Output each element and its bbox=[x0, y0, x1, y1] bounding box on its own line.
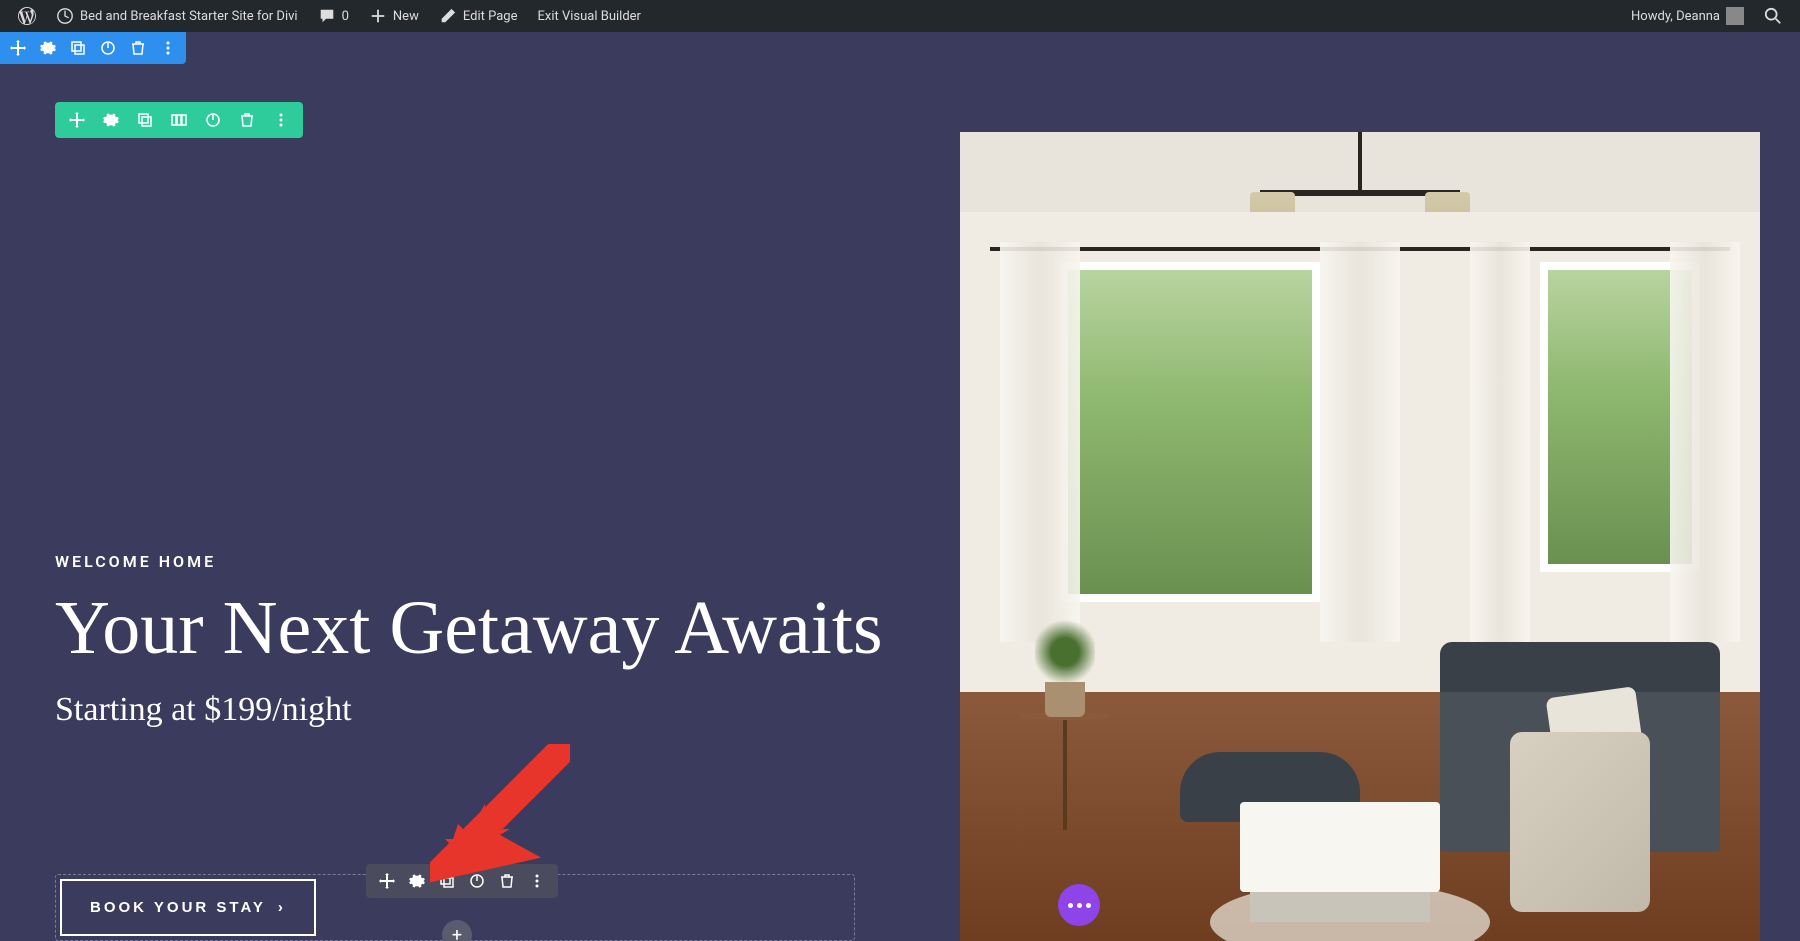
row-duplicate-button[interactable] bbox=[135, 110, 155, 130]
row-power-button[interactable] bbox=[203, 110, 223, 130]
pencil-icon bbox=[439, 7, 457, 25]
annotation-arrow bbox=[430, 744, 570, 888]
module-settings-button[interactable] bbox=[408, 872, 426, 890]
edit-page-label: Edit Page bbox=[463, 9, 518, 24]
hero-text-group: WELCOME HOME Your Next Getaway Awaits St… bbox=[55, 552, 883, 729]
book-stay-button[interactable]: BOOK YOUR STAY › bbox=[60, 879, 316, 936]
exit-visual-builder[interactable]: Exit Visual Builder bbox=[527, 0, 650, 32]
chevron-right-icon: › bbox=[278, 899, 286, 916]
site-name-menu[interactable]: Bed and Breakfast Starter Site for Divi bbox=[46, 0, 308, 32]
comments-count: 0 bbox=[342, 9, 349, 24]
section-power-button[interactable] bbox=[98, 38, 118, 58]
avatar bbox=[1726, 7, 1744, 25]
admin-bar-right: Howdy, Deanna bbox=[1621, 0, 1792, 32]
page-canvas: WELCOME HOME Your Next Getaway Awaits St… bbox=[0, 32, 1800, 941]
wordpress-icon bbox=[18, 7, 36, 25]
cta-label: BOOK YOUR STAY bbox=[90, 899, 266, 916]
new-label: New bbox=[393, 9, 419, 24]
section-delete-button[interactable] bbox=[128, 38, 148, 58]
edit-page-menu[interactable]: Edit Page bbox=[429, 0, 528, 32]
dots-icon bbox=[1068, 903, 1091, 908]
row-settings-button[interactable] bbox=[101, 110, 121, 130]
hero-eyebrow[interactable]: WELCOME HOME bbox=[55, 552, 883, 571]
row-more-button[interactable] bbox=[271, 110, 291, 130]
hero-subtitle[interactable]: Starting at $199/night bbox=[55, 691, 883, 729]
site-title: Bed and Breakfast Starter Site for Divi bbox=[80, 9, 298, 24]
section-settings-button[interactable] bbox=[38, 38, 58, 58]
plus-icon bbox=[369, 7, 387, 25]
comment-icon bbox=[318, 7, 336, 25]
comments-menu[interactable]: 0 bbox=[308, 0, 359, 32]
row-toolbar bbox=[55, 102, 303, 138]
wp-admin-bar: Bed and Breakfast Starter Site for Divi … bbox=[0, 0, 1800, 32]
room-photo bbox=[960, 132, 1760, 941]
dashboard-icon bbox=[56, 7, 74, 25]
row-columns-button[interactable] bbox=[169, 110, 189, 130]
module-move-handle[interactable] bbox=[378, 872, 396, 890]
user-greeting: Howdy, Deanna bbox=[1631, 9, 1720, 24]
new-content-menu[interactable]: New bbox=[359, 0, 429, 32]
section-move-handle[interactable] bbox=[8, 38, 28, 58]
plus-icon: + bbox=[452, 925, 462, 941]
admin-bar-left: Bed and Breakfast Starter Site for Divi … bbox=[8, 0, 651, 32]
hero-image-module[interactable] bbox=[960, 132, 1760, 941]
builder-fab-button[interactable] bbox=[1058, 884, 1100, 926]
section-toolbar bbox=[0, 32, 186, 64]
row-move-handle[interactable] bbox=[67, 110, 87, 130]
row-delete-button[interactable] bbox=[237, 110, 257, 130]
section-duplicate-button[interactable] bbox=[68, 38, 88, 58]
user-account-menu[interactable]: Howdy, Deanna bbox=[1621, 0, 1754, 32]
search-icon bbox=[1764, 7, 1782, 25]
hero-title[interactable]: Your Next Getaway Awaits bbox=[55, 589, 883, 669]
section-more-button[interactable] bbox=[158, 38, 178, 58]
wp-logo-menu[interactable] bbox=[8, 0, 46, 32]
search-toggle[interactable] bbox=[1754, 0, 1792, 32]
